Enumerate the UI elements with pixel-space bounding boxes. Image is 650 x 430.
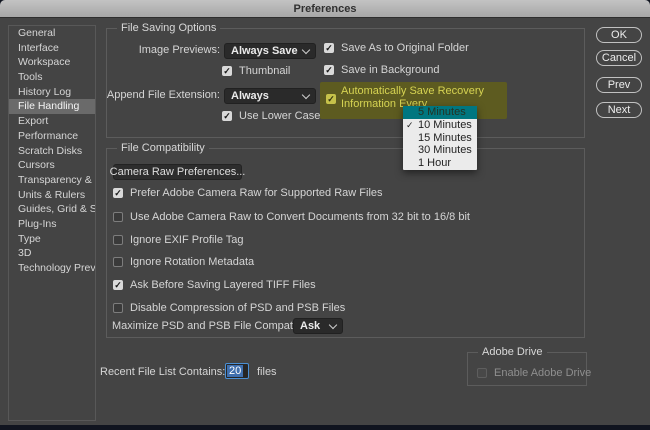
save-in-background-checkbox[interactable]: ✓ Save in Background — [324, 64, 439, 76]
chevron-down-icon — [302, 90, 310, 98]
cancel-button[interactable]: Cancel — [596, 50, 642, 66]
checkbox-unchecked-icon — [113, 212, 123, 222]
chevron-down-icon — [329, 320, 337, 328]
chevron-down-icon — [302, 45, 310, 53]
save-as-original-folder-checkbox[interactable]: ✓ Save As to Original Folder — [324, 42, 469, 54]
image-previews-value: Always Save — [231, 45, 303, 57]
save-in-background-label: Save in Background — [341, 64, 439, 76]
sidebar-item-file-handling[interactable]: File Handling — [9, 99, 95, 114]
prefer-camera-raw-label: Prefer Adobe Camera Raw for Supported Ra… — [130, 187, 383, 199]
recent-files-input[interactable]: 20 — [225, 363, 249, 379]
file-compatibility-legend: File Compatibility — [117, 142, 209, 155]
checkbox-checked-icon: ✓ — [113, 280, 123, 290]
recent-file-list-label: Recent File List Contains: — [100, 366, 220, 379]
sidebar-item-3d[interactable]: 3D — [9, 246, 95, 261]
check-icon: ✓ — [406, 119, 414, 132]
sidebar-item-type[interactable]: Type — [9, 232, 95, 247]
image-previews-label: Image Previews: — [100, 44, 220, 57]
prev-button[interactable]: Prev — [596, 77, 642, 93]
use-lower-case-label: Use Lower Case — [239, 110, 320, 122]
ask-before-saving-tiff-label: Ask Before Saving Layered TIFF Files — [130, 279, 316, 291]
ignore-exif-label: Ignore EXIF Profile Tag — [130, 234, 244, 246]
sidebar-item-interface[interactable]: Interface — [9, 41, 95, 56]
sidebar-item-guides-grid-slices[interactable]: Guides, Grid & Slices — [9, 202, 95, 217]
sidebar-item-tools[interactable]: Tools — [9, 70, 95, 85]
ignore-exif-checkbox[interactable]: Ignore EXIF Profile Tag — [113, 234, 244, 246]
menu-item-30-minutes[interactable]: 30 Minutes — [403, 144, 477, 157]
disable-compression-label: Disable Compression of PSD and PSB Files — [130, 302, 345, 314]
dialog-body: General Interface Workspace Tools Histor… — [0, 18, 650, 425]
checkbox-checked-icon: ✓ — [222, 111, 232, 121]
disable-compression-checkbox[interactable]: Disable Compression of PSD and PSB Files — [113, 302, 345, 314]
sidebar-item-transparency-gamut[interactable]: Transparency & Gamut — [9, 173, 95, 188]
camera-raw-preferences-button[interactable]: Camera Raw Preferences... — [113, 164, 242, 180]
prefer-camera-raw-checkbox[interactable]: ✓ Prefer Adobe Camera Raw for Supported … — [113, 187, 383, 199]
append-file-extension-value: Always — [231, 90, 303, 102]
save-as-original-folder-label: Save As to Original Folder — [341, 42, 469, 54]
sidebar-item-units-rulers[interactable]: Units & Rulers — [9, 188, 95, 203]
sidebar-item-workspace[interactable]: Workspace — [9, 55, 95, 70]
auto-save-recovery-line1: Automatically Save Recovery — [341, 85, 484, 98]
preferences-dialog: Preferences General Interface Workspace … — [0, 0, 650, 430]
checkbox-checked-icon: ✓ — [324, 43, 334, 53]
checkbox-disabled-icon — [477, 368, 487, 378]
titlebar[interactable]: Preferences — [0, 0, 650, 18]
sidebar-item-history-log[interactable]: History Log — [9, 85, 95, 100]
menu-item-5-minutes[interactable]: 5 Minutes — [403, 106, 477, 119]
enable-adobe-drive-label: Enable Adobe Drive — [494, 367, 591, 379]
sidebar-item-technology-previews[interactable]: Technology Previews — [9, 261, 95, 276]
checkbox-checked-icon: ✓ — [326, 94, 336, 104]
recent-files-value: 20 — [227, 365, 243, 377]
sidebar-item-performance[interactable]: Performance — [9, 129, 95, 144]
checkbox-unchecked-icon — [113, 303, 123, 313]
maximize-compatibility-label: Maximize PSD and PSB File Compatibility: — [112, 320, 320, 333]
enable-adobe-drive-checkbox: Enable Adobe Drive — [477, 367, 591, 379]
image-previews-select[interactable]: Always Save — [224, 43, 316, 59]
sidebar-item-scratch-disks[interactable]: Scratch Disks — [9, 144, 95, 159]
menu-item-10-minutes[interactable]: ✓10 Minutes — [403, 119, 477, 132]
sidebar-item-general[interactable]: General — [9, 26, 95, 41]
files-suffix-label: files — [257, 366, 277, 379]
checkbox-checked-icon: ✓ — [324, 65, 334, 75]
ignore-rotation-label: Ignore Rotation Metadata — [130, 256, 254, 268]
append-file-extension-select[interactable]: Always — [224, 88, 316, 104]
recovery-interval-menu: 5 Minutes ✓10 Minutes 15 Minutes 30 Minu… — [403, 106, 477, 170]
camera-raw-convert-label: Use Adobe Camera Raw to Convert Document… — [130, 211, 470, 223]
sidebar-item-plug-ins[interactable]: Plug-Ins — [9, 217, 95, 232]
checkbox-unchecked-icon — [113, 235, 123, 245]
maximize-compatibility-value: Ask — [300, 320, 330, 332]
sidebar: General Interface Workspace Tools Histor… — [8, 25, 96, 421]
window-title: Preferences — [294, 3, 357, 15]
maximize-compatibility-select[interactable]: Ask — [293, 318, 343, 334]
use-lower-case-checkbox[interactable]: ✓ Use Lower Case — [222, 110, 320, 122]
camera-raw-convert-checkbox[interactable]: Use Adobe Camera Raw to Convert Document… — [113, 211, 470, 223]
thumbnail-label: Thumbnail — [239, 65, 290, 77]
append-file-extension-label: Append File Extension: — [100, 89, 220, 102]
menu-item-15-minutes[interactable]: 15 Minutes — [403, 132, 477, 145]
checkbox-checked-icon: ✓ — [222, 66, 232, 76]
thumbnail-checkbox[interactable]: ✓ Thumbnail — [222, 65, 290, 77]
ok-button[interactable]: OK — [596, 27, 642, 43]
checkbox-checked-icon: ✓ — [113, 188, 123, 198]
ask-before-saving-tiff-checkbox[interactable]: ✓ Ask Before Saving Layered TIFF Files — [113, 279, 316, 291]
next-button[interactable]: Next — [596, 102, 642, 118]
checkbox-unchecked-icon — [113, 257, 123, 267]
file-saving-options-legend: File Saving Options — [117, 22, 220, 35]
auto-save-recovery-checkbox[interactable]: ✓ — [326, 94, 336, 104]
adobe-drive-legend: Adobe Drive — [478, 346, 547, 359]
ignore-rotation-checkbox[interactable]: Ignore Rotation Metadata — [113, 256, 254, 268]
menu-item-1-hour[interactable]: 1 Hour — [403, 157, 477, 170]
sidebar-item-export[interactable]: Export — [9, 114, 95, 129]
sidebar-item-cursors[interactable]: Cursors — [9, 158, 95, 173]
